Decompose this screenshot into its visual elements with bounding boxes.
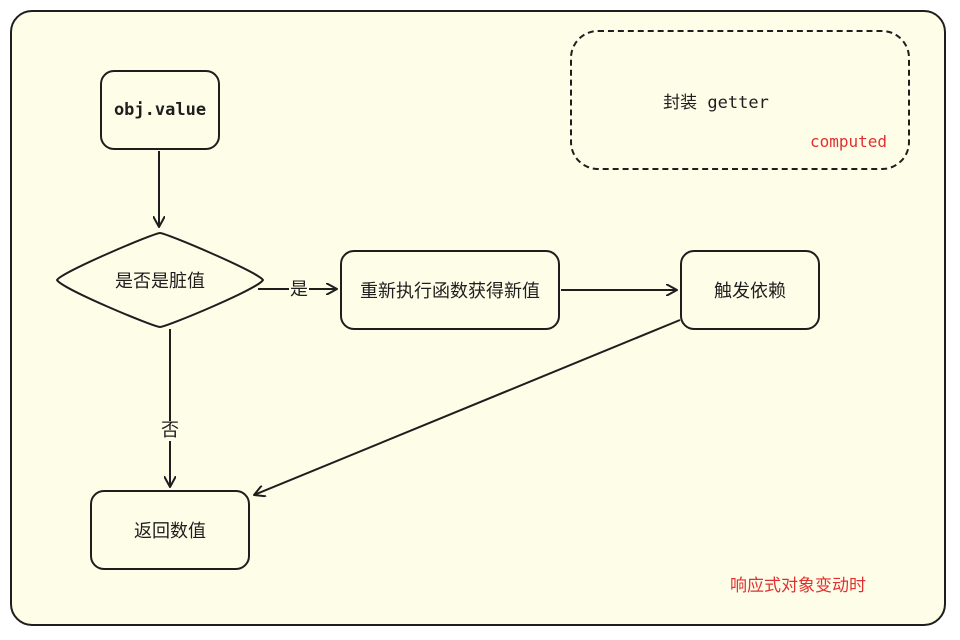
getter-box-title: 封装 getter [663, 92, 769, 113]
node-start: obj.value [100, 70, 220, 150]
node-return: 返回数值 [90, 490, 250, 570]
arrow-trigger-to-return [254, 319, 681, 495]
note-text: 响应式对象变动时 [730, 576, 866, 596]
edge-label-yes: 是 [289, 279, 309, 300]
node-trigger: 触发依赖 [680, 250, 820, 330]
getter-box-tag: computed [810, 132, 888, 151]
node-decision-label: 是否是脏值 [115, 271, 205, 292]
edge-label-no: 否 [160, 420, 180, 441]
node-recompute: 重新执行函数获得新值 [340, 250, 560, 330]
diagram-canvas: obj.value 是否是脏值 重新执行函数获得新值 触发依赖 返回数值 是 否… [0, 0, 960, 640]
